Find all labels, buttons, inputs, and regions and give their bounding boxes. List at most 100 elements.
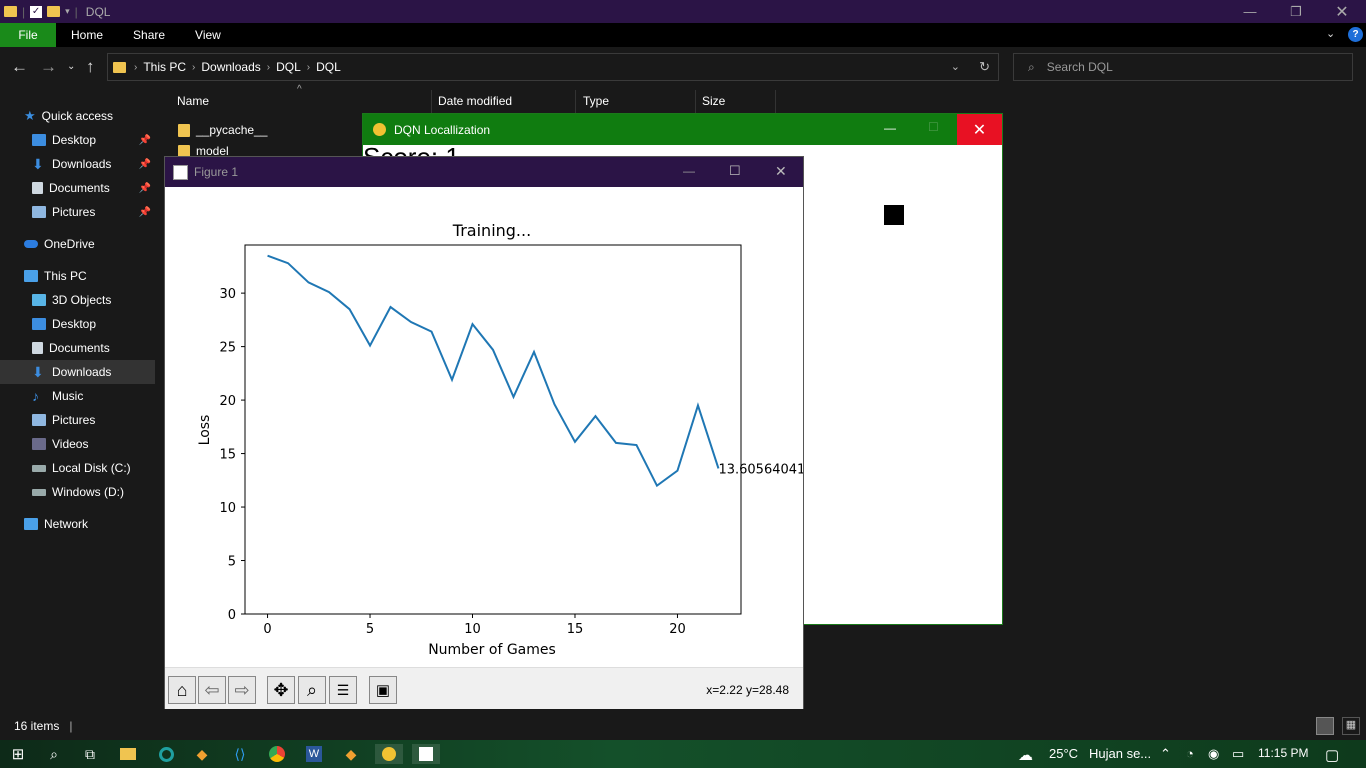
start-button[interactable]: ⊞	[8, 744, 28, 764]
maximize-icon[interactable]: ☐	[928, 120, 939, 134]
notifications-icon[interactable]: ▢	[1325, 746, 1339, 764]
forward-icon[interactable]: →	[40, 57, 57, 77]
matplotlib-figure-icon[interactable]	[412, 744, 440, 764]
word-icon[interactable]: W	[304, 744, 324, 764]
window-title: DQL	[85, 4, 111, 19]
minimize-icon[interactable]: —	[683, 164, 695, 178]
back-icon[interactable]: ←	[11, 57, 28, 77]
nav-quick-downloads[interactable]: ⬇ Downloads 📌	[32, 152, 155, 176]
figure-title-bar[interactable]: Figure 1 — ☐ ✕	[165, 157, 803, 187]
desktop-icon	[32, 318, 46, 330]
nav-quick-desktop[interactable]: Desktop 📌	[32, 128, 155, 152]
cursor-coordinates: x=2.22 y=28.48	[706, 683, 789, 697]
ribbon-expand-icon[interactable]: ⌄	[1326, 27, 1335, 40]
help-icon[interactable]: ?	[1348, 27, 1363, 42]
y-tick-label: 0	[228, 608, 236, 623]
chart-title: Training...	[452, 221, 531, 240]
app-icon[interactable]	[156, 744, 176, 764]
nav-network[interactable]: Network	[24, 512, 179, 536]
y-tick-label: 25	[219, 341, 236, 356]
home-icon[interactable]: ⌂	[168, 676, 196, 704]
nav-this-pc[interactable]: This PC	[24, 264, 179, 288]
breadcrumb-this-pc[interactable]: This PC	[139, 60, 190, 74]
up-icon[interactable]: ↑	[86, 57, 95, 77]
address-row: ← → ⌄ ↑ › This PC › Downloads › DQL › DQ…	[0, 47, 1366, 87]
search-box[interactable]: ⌕ Search DQL	[1013, 53, 1353, 81]
search-icon[interactable]: ⌕	[44, 744, 64, 764]
drive-icon	[32, 464, 46, 472]
close-icon[interactable]: ✕	[1319, 0, 1365, 23]
weather-temperature[interactable]: 25°C	[1049, 746, 1078, 761]
zoom-icon[interactable]: ⌕	[298, 676, 326, 704]
figure-toolbar: ⌂ ⇦ ⇨ ✥ ⌕ ☰ ▣ x=2.22 y=28.48	[165, 667, 803, 709]
git-icon[interactable]: ◆	[341, 744, 361, 764]
x-tick-label: 0	[263, 622, 271, 637]
pin-icon: 📌	[138, 158, 151, 170]
figure-window[interactable]: Figure 1 — ☐ ✕ Training... 0 5 10 15 20 0 5 10…	[164, 156, 804, 709]
folder-icon	[178, 123, 190, 137]
nav-downloads-selected[interactable]: ⬇ Downloads	[0, 360, 155, 384]
nav-quick-documents[interactable]: Documents 📌	[32, 176, 155, 200]
restore-icon[interactable]: ❐	[1273, 0, 1319, 23]
git-icon[interactable]: ◆	[192, 744, 212, 764]
meet-now-icon[interactable]: ◉	[1208, 746, 1219, 762]
x-axis-ticks: 0 5 10 15 20	[263, 614, 686, 637]
forward-icon[interactable]: ⇨	[228, 676, 256, 704]
star-icon: ★	[24, 108, 36, 123]
loss-chart[interactable]: Training... 0 5 10 15 20 0 5 10 15 20 25 30 13.605…	[165, 187, 803, 667]
recent-locations-icon[interactable]: ⌄	[67, 61, 75, 72]
folder-icon	[113, 61, 126, 73]
nav-onedrive[interactable]: OneDrive	[24, 232, 179, 256]
column-header-name[interactable]: Name	[177, 94, 209, 114]
tab-home[interactable]: Home	[56, 23, 118, 47]
agent-square	[884, 205, 904, 225]
x-tick-label: 20	[669, 622, 686, 637]
close-icon[interactable]: ✕	[775, 163, 787, 180]
customize-toolbar-icon[interactable]: ▾	[65, 6, 70, 17]
column-header-date-modified[interactable]: Date modified	[438, 94, 512, 114]
address-bar[interactable]: › This PC › Downloads › DQL › DQL ⌄ ↻	[107, 53, 999, 81]
column-header-type[interactable]: Type	[583, 94, 609, 114]
new-folder-icon[interactable]	[47, 6, 61, 17]
chrome-icon[interactable]	[267, 744, 287, 764]
task-view-icon[interactable]: ⧉	[80, 744, 100, 764]
back-icon[interactable]: ⇦	[198, 676, 226, 704]
minimize-icon[interactable]: —	[884, 121, 896, 135]
large-icons-view-icon[interactable]: ▦	[1342, 717, 1360, 735]
breadcrumb-dql[interactable]: DQL	[272, 60, 305, 74]
properties-icon[interactable]: ✓	[30, 5, 43, 18]
figure-window-title: Figure 1	[194, 165, 239, 179]
close-icon[interactable]: ✕	[957, 114, 1002, 145]
column-header-size[interactable]: Size	[702, 94, 725, 114]
minimize-icon[interactable]: —	[1227, 0, 1273, 23]
maximize-icon[interactable]: ☐	[729, 163, 741, 179]
list-item[interactable]: __pycache__	[178, 123, 267, 137]
nav-quick-access[interactable]: ★ Quick access	[24, 104, 179, 128]
battery-icon[interactable]: ▭	[1232, 746, 1244, 762]
weather-description[interactable]: Hujan se...	[1089, 746, 1151, 761]
pan-icon[interactable]: ✥	[267, 676, 295, 704]
tab-view[interactable]: View	[180, 23, 236, 47]
wifi-icon[interactable]: ◔	[1186, 746, 1194, 761]
file-explorer-icon[interactable]	[118, 744, 138, 764]
weather-icon[interactable]: ☁	[1018, 746, 1033, 764]
clock[interactable]: 11:15 PM	[1258, 746, 1308, 760]
tab-share[interactable]: Share	[118, 23, 180, 47]
nav-quick-pictures[interactable]: Pictures 📌	[32, 200, 155, 224]
tab-file[interactable]: File	[0, 23, 56, 47]
save-icon[interactable]: ▣	[369, 676, 397, 704]
breadcrumb-dql-current[interactable]: DQL	[312, 60, 345, 74]
refresh-icon[interactable]: ↻	[979, 59, 990, 75]
search-input[interactable]: Search DQL	[1047, 60, 1113, 74]
python-game-icon[interactable]	[375, 744, 403, 764]
show-hidden-icons-icon[interactable]: ⌃	[1160, 746, 1171, 762]
address-dropdown-icon[interactable]: ⌄	[951, 60, 960, 73]
dqn-title-bar[interactable]: DQN Locallization — ☐ ✕	[363, 114, 1002, 145]
pictures-icon	[32, 206, 46, 218]
desktop-icon	[32, 134, 46, 146]
vscode-icon[interactable]: ⟨⟩	[230, 744, 250, 764]
download-icon: ⬇	[32, 156, 44, 172]
details-view-icon[interactable]	[1316, 717, 1334, 735]
configure-subplots-icon[interactable]: ☰	[329, 676, 357, 704]
breadcrumb-downloads[interactable]: Downloads	[197, 60, 264, 74]
